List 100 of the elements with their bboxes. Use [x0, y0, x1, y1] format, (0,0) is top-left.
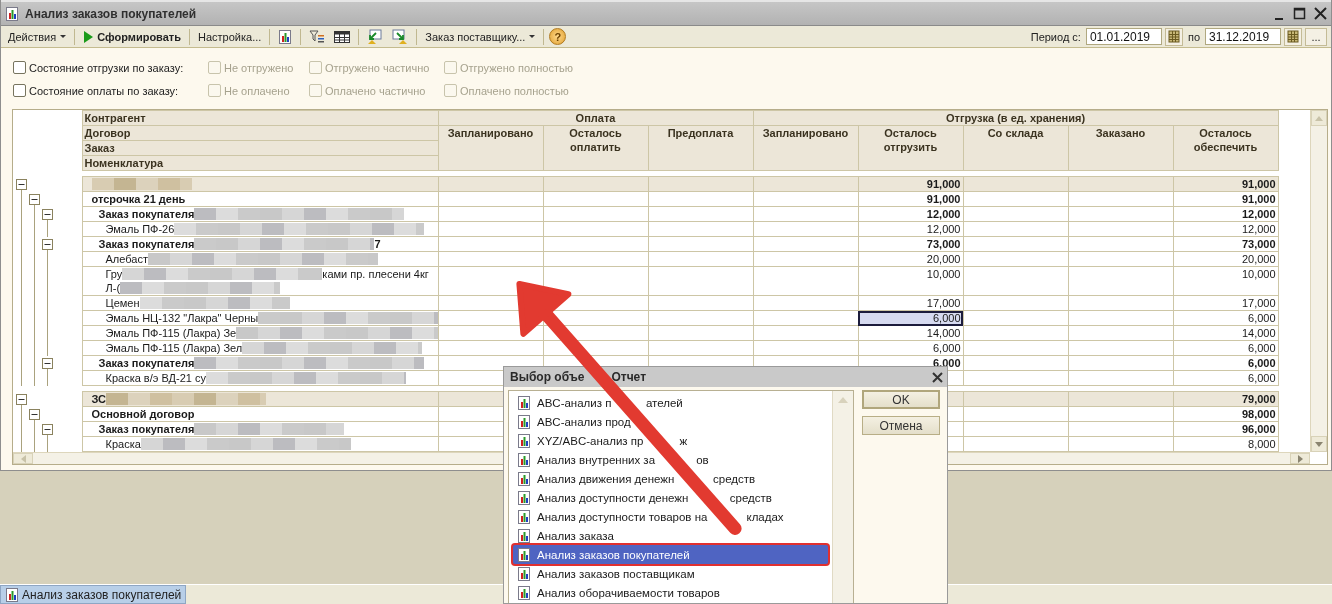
- calendar-button[interactable]: [1284, 27, 1302, 46]
- up-arrow-icon: [838, 397, 848, 403]
- cancel-button[interactable]: Отмена: [862, 416, 940, 435]
- table-cell: 6,000: [1173, 370, 1279, 386]
- table-cell: 14,000: [1173, 325, 1279, 341]
- checkbox-label: Отгружено частично: [325, 61, 430, 74]
- list-item[interactable]: Анализ доступности товаров на кладах: [513, 507, 828, 526]
- caret-icon: [60, 35, 67, 38]
- list-item[interactable]: XYZ/ABC-анализ пр ж: [513, 431, 828, 450]
- row-label: ЗС: [91, 393, 107, 405]
- report-icon: [278, 29, 293, 44]
- row-label: Эмаль НЦ-132 "Лакра" Черны: [105, 312, 259, 324]
- actions-menu[interactable]: Действия: [5, 27, 70, 46]
- column-header: Предоплата: [648, 125, 753, 171]
- table-cell: 12,000: [858, 221, 963, 237]
- column-header: Запланировано: [438, 125, 543, 171]
- collapse-icon[interactable]: [42, 423, 53, 435]
- table-cell: 91,000: [858, 176, 963, 192]
- report-icon: [517, 452, 531, 467]
- checkbox-label: Оплачено частично: [325, 84, 426, 97]
- row-label: Заказ покупателя: [98, 357, 195, 369]
- row-label: Заказ покупателя: [98, 208, 195, 220]
- checkbox-label: Не оплачено: [224, 84, 290, 97]
- caret-icon: [529, 35, 536, 38]
- report-icon: [517, 395, 531, 410]
- table-cell: 12,000: [1173, 206, 1279, 222]
- row-label: отсрочка 21 день: [91, 193, 186, 205]
- scroll-right-button[interactable]: [1290, 453, 1310, 464]
- table-icon: [334, 29, 351, 44]
- report-icon: [517, 566, 531, 581]
- table-cell: 73,000: [1173, 236, 1279, 252]
- list-item[interactable]: Анализ заказов поставщикам: [513, 564, 828, 583]
- report-icon: [517, 490, 531, 505]
- calendar-icon: [1287, 30, 1299, 43]
- list-item[interactable]: Анализ доступности денежн средств: [513, 488, 828, 507]
- list-item[interactable]: Анализ заказа: [513, 526, 828, 545]
- close-icon[interactable]: [1314, 7, 1327, 20]
- report-icon: [517, 471, 531, 486]
- maximize-icon[interactable]: [1293, 7, 1306, 20]
- calendar-button[interactable]: [1164, 27, 1183, 46]
- collapse-icon[interactable]: [29, 193, 40, 205]
- table-cell: 6,000: [1173, 355, 1279, 371]
- collapse-icon[interactable]: [42, 208, 53, 220]
- collapse-icon[interactable]: [42, 357, 53, 369]
- dialog-title: Выбор объе Отчет: [510, 370, 647, 384]
- report-icon: [517, 433, 531, 448]
- export-icon: [392, 28, 409, 45]
- settings-button[interactable]: Настройка...: [195, 27, 265, 46]
- help-button[interactable]: ?: [549, 28, 567, 45]
- table-cell: 73,000: [858, 236, 963, 252]
- report-icon: [517, 509, 531, 524]
- row-label: Эмаль ПФ-115 (Лакра) Зе: [105, 327, 237, 339]
- collapse-icon[interactable]: [16, 393, 27, 405]
- row-label: Краска в/э ВД-21 су: [105, 372, 206, 384]
- list-item[interactable]: Анализ заказов покупателей: [513, 545, 828, 564]
- left-arrow-icon: [20, 454, 26, 463]
- list-item[interactable]: Анализ внутренних за ов: [513, 450, 828, 469]
- collapse-icon[interactable]: [29, 408, 40, 420]
- date-field[interactable]: 31.12.2019: [1205, 28, 1281, 45]
- collapse-icon[interactable]: [42, 238, 53, 250]
- report-list[interactable]: [508, 390, 854, 603]
- taskbar-tab[interactable]: Анализ заказов покупателей: [0, 585, 187, 604]
- supplier-order-menu[interactable]: Заказ поставщику...: [422, 27, 539, 46]
- table-cell: 14,000: [858, 325, 963, 341]
- table-cell: 96,000: [1173, 421, 1279, 437]
- import-icon: [367, 28, 384, 45]
- list-item[interactable]: Анализ оборачиваемости товаров: [513, 583, 828, 602]
- table-cell: 6,000: [858, 340, 963, 356]
- table-cell: 10,000: [858, 266, 963, 296]
- list-item[interactable]: ABC-анализ прод: [513, 412, 828, 431]
- table-cell: 79,000: [1173, 391, 1279, 407]
- checkbox[interactable]: [13, 84, 26, 97]
- more-button[interactable]: ...: [1305, 27, 1327, 46]
- row-label: Эмаль ПФ-26: [105, 223, 175, 235]
- checkbox-label: Отгружено полностью: [460, 61, 573, 74]
- up-arrow-icon: [1315, 115, 1323, 121]
- table-cell: 17,000: [858, 295, 963, 311]
- report-icon: [517, 585, 531, 600]
- list-item[interactable]: Анализ движения денежн средств: [513, 469, 828, 488]
- ok-button[interactable]: OK: [862, 390, 940, 409]
- date-field[interactable]: 01.01.2019: [1085, 28, 1162, 45]
- list-item[interactable]: ABC-анализ п ателей: [513, 393, 828, 412]
- down-arrow-icon: [1315, 441, 1323, 447]
- report-icon: [517, 547, 531, 562]
- row-label: Краска: [105, 438, 141, 450]
- checkbox-label: Не отгружено: [224, 61, 294, 74]
- column-group-header: Отгрузка (в ед. хранения): [753, 110, 1279, 126]
- close-icon[interactable]: [932, 371, 943, 383]
- row-label: Гру: [105, 268, 123, 280]
- checkbox-label: Состояние отгрузки по заказу:: [29, 61, 184, 74]
- scroll-down-button[interactable]: [1311, 436, 1327, 452]
- collapse-icon[interactable]: [16, 178, 27, 190]
- table-cell: 20,000: [858, 251, 963, 267]
- report-icon: [5, 6, 19, 21]
- row-label: ками пр. плесени 4кг: [322, 268, 429, 280]
- column-header: Осталось отгрузить: [858, 125, 963, 171]
- run-button[interactable]: Сформировать: [80, 27, 184, 46]
- period-to-label: по: [1187, 30, 1200, 43]
- checkbox[interactable]: [13, 61, 26, 74]
- play-icon: [83, 30, 94, 43]
